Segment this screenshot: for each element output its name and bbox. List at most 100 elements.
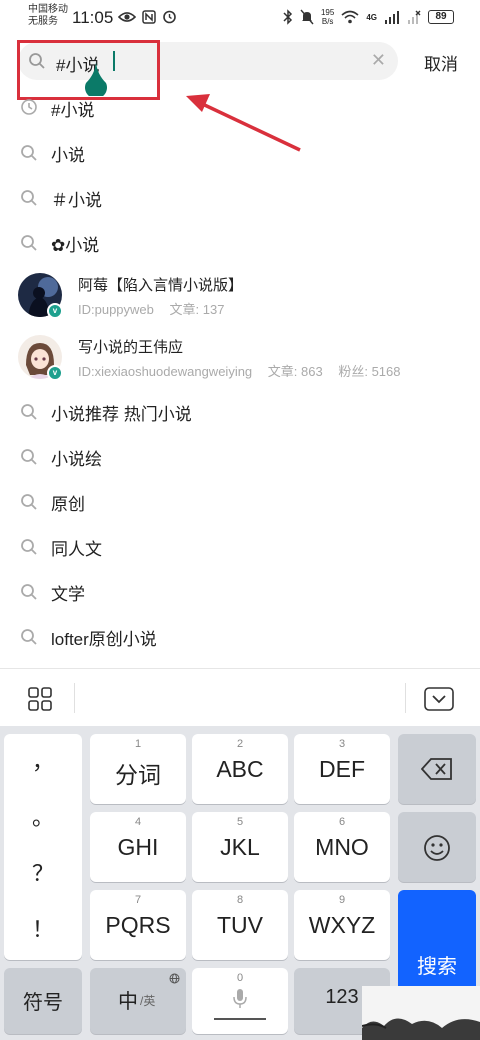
suggestion-list: #小说 小说 ＃小说 ✿小说 v 阿莓【陷入言情小说版】 ID:puppyweb…	[0, 86, 480, 659]
hide-keyboard-icon[interactable]	[424, 687, 454, 711]
list-item[interactable]: ＃小说	[0, 175, 480, 220]
key-label: PQRS	[105, 912, 171, 938]
no-signal-icon	[408, 10, 421, 24]
search-icon	[21, 404, 37, 420]
carrier-info: 中国移动 无服务	[28, 4, 68, 28]
search-icon	[21, 629, 37, 645]
clock: 11:05	[72, 8, 114, 27]
punct-key[interactable]: ？	[4, 846, 82, 902]
key-9[interactable]: 9 WXYZ	[294, 890, 390, 960]
search-key-label: 搜索	[417, 956, 457, 978]
key-label: ABC	[216, 756, 264, 782]
corner-thumbnail	[361, 986, 480, 1040]
search-icon	[21, 449, 37, 465]
search-icon	[21, 235, 37, 251]
search-icon	[21, 539, 37, 555]
list-item[interactable]: lofter原创小说	[0, 614, 480, 659]
user-name: 写小说的王伟应	[78, 339, 184, 356]
bluetooth-icon	[283, 9, 293, 25]
list-item-label: ✿小说	[51, 236, 100, 255]
search-icon	[21, 190, 37, 206]
key-8[interactable]: 8 TUV	[192, 890, 288, 960]
search-icon	[21, 494, 37, 510]
cancel-button[interactable]: 取消	[424, 50, 458, 75]
user-name: 阿莓【陷入言情小说版】	[78, 277, 244, 294]
key-number: 8	[236, 894, 244, 906]
signal-icon	[385, 11, 399, 24]
key-label: TUV	[217, 912, 263, 938]
space-key[interactable]: 0	[192, 968, 288, 1034]
backspace-button[interactable]	[398, 734, 476, 804]
search-icon	[21, 145, 37, 161]
language-switch-button[interactable]: 中 /英	[90, 968, 186, 1034]
status-bar: 中国移动 无服务 11:05 195 B/s 4G 89	[0, 0, 480, 34]
list-item[interactable]: 小说	[0, 130, 480, 175]
key-2[interactable]: 2 ABC	[192, 734, 288, 804]
key-number: 4	[134, 816, 142, 828]
punctuation-column[interactable]: ， 。 ？ ！	[4, 734, 82, 960]
list-item[interactable]: 小说绘	[0, 434, 480, 479]
service-status: 无服务	[28, 16, 58, 27]
user-article-count: 文章: 863	[267, 364, 323, 379]
key-7[interactable]: 7 PQRS	[90, 890, 186, 960]
verified-badge-icon: v	[47, 303, 63, 319]
key-label: DEF	[319, 756, 365, 782]
key-6[interactable]: 6 MNO	[294, 812, 390, 882]
key-number: 6	[338, 816, 346, 828]
user-id: ID:puppyweb	[78, 302, 154, 317]
mute-icon	[300, 9, 314, 25]
list-item-label: ＃小说	[51, 191, 102, 210]
keyboard-toolbar	[0, 668, 480, 726]
emoji-button[interactable]	[398, 812, 476, 882]
punct-key[interactable]: ！	[4, 902, 82, 958]
history-item[interactable]: #小说	[0, 86, 480, 130]
list-item-label: 原创	[51, 495, 85, 514]
list-item[interactable]: 原创	[0, 479, 480, 524]
key-number: 1	[134, 738, 142, 750]
list-item[interactable]: ✿小说	[0, 220, 480, 265]
clear-icon[interactable]: ✕	[371, 50, 386, 71]
status-right-icons: 195 B/s 4G 89	[283, 8, 454, 26]
user-meta: ID:xiexiaoshuodewangweiying 文章: 863 粉丝: …	[78, 361, 413, 380]
user-meta: ID:puppyweb 文章: 137	[78, 299, 236, 318]
key-number: 2	[236, 738, 244, 750]
list-item[interactable]: 小说推荐 热门小说	[0, 389, 480, 434]
list-item-label: lofter原创小说	[51, 630, 157, 649]
eye-icon	[118, 11, 136, 22]
symbols-label: 符号	[23, 992, 63, 1014]
key-label: GHI	[117, 834, 159, 860]
key-label: 分词	[115, 762, 161, 788]
user-fans-count: 粉丝: 5168	[338, 364, 401, 379]
alarm-icon	[163, 10, 176, 24]
lang-main-label: 中	[118, 991, 138, 1013]
list-item-label: 文学	[51, 585, 85, 604]
history-item-label: #小说	[51, 101, 95, 120]
key-number: 3	[338, 738, 346, 750]
globe-icon	[169, 973, 180, 984]
search-icon	[21, 584, 37, 600]
user-result-item[interactable]: v 写小说的王伟应 ID:xiexiaoshuodewangweiying 文章…	[0, 327, 480, 389]
user-result-item[interactable]: v 阿莓【陷入言情小说版】 ID:puppyweb 文章: 137	[0, 265, 480, 327]
punct-key[interactable]: ，	[4, 734, 82, 790]
wifi-icon	[341, 10, 359, 24]
backspace-icon	[420, 758, 452, 780]
clock-icon	[21, 99, 37, 115]
lang-alt-label: /英	[140, 994, 156, 1008]
toolbar-divider	[405, 683, 406, 713]
key-1[interactable]: 1 分词	[90, 734, 186, 804]
key-4[interactable]: 4 GHI	[90, 812, 186, 882]
key-5[interactable]: 5 JKL	[192, 812, 288, 882]
net-speed-value: 195	[320, 8, 335, 17]
punct-key[interactable]: 。	[4, 790, 82, 846]
battery-indicator: 89	[428, 10, 454, 24]
space-bar-line	[214, 1018, 266, 1020]
nfc-icon	[142, 9, 156, 24]
key-label: WXYZ	[308, 912, 376, 938]
key-3[interactable]: 3 DEF	[294, 734, 390, 804]
verified-badge-icon: v	[47, 365, 63, 381]
apps-grid-icon[interactable]	[28, 687, 52, 711]
symbols-button[interactable]: 符号	[4, 968, 82, 1034]
list-item[interactable]: 文学	[0, 569, 480, 614]
list-item-label: 小说绘	[51, 450, 102, 469]
list-item[interactable]: 同人文	[0, 524, 480, 569]
